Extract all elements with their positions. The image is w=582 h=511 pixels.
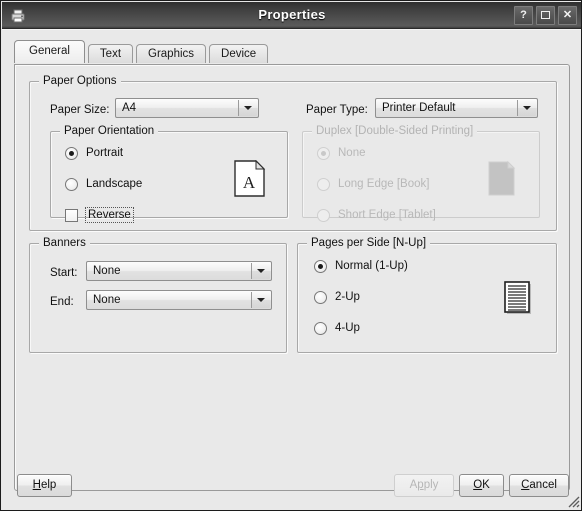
ok-rest: K bbox=[482, 479, 490, 491]
duplex-legend: Duplex [Double-Sided Printing] bbox=[312, 125, 478, 137]
close-button[interactable]: ✕ bbox=[558, 6, 577, 25]
banner-end-dropdown-button[interactable] bbox=[251, 292, 270, 308]
paper-type-value: Printer Default bbox=[382, 102, 456, 114]
radio-portrait-label: Portrait bbox=[86, 147, 124, 159]
radio-4up-label: 4-Up bbox=[335, 322, 360, 334]
cancel-button[interactable]: Cancel bbox=[509, 474, 569, 497]
radio-indicator bbox=[314, 321, 327, 335]
radio-duplex-none-label: None bbox=[338, 147, 366, 159]
radio-indicator bbox=[65, 146, 78, 160]
checkbox-indicator bbox=[65, 208, 78, 222]
tab-general[interactable]: General bbox=[14, 40, 85, 63]
paper-size-value: A4 bbox=[122, 102, 137, 114]
banners-legend: Banners bbox=[39, 237, 90, 249]
apply-rest: ply bbox=[423, 479, 439, 491]
help-mnemonic: H bbox=[32, 479, 41, 491]
checkbox-reverse-label: Reverse bbox=[85, 207, 134, 223]
radio-2up[interactable]: 2-Up bbox=[314, 290, 360, 304]
pages-per-side-group: Pages per Side [N-Up] Normal (1-Up) 2-Up… bbox=[297, 237, 557, 353]
chevron-down-icon bbox=[257, 269, 265, 273]
radio-duplex-long-edge: Long Edge [Book] bbox=[317, 177, 429, 191]
banners-group: Banners Start: None End: None bbox=[29, 237, 287, 353]
paper-type-combo[interactable]: Printer Default bbox=[375, 98, 538, 118]
radio-4up[interactable]: 4-Up bbox=[314, 321, 360, 335]
radio-duplex-short-edge: Short Edge [Tablet] bbox=[317, 208, 436, 222]
banner-start-value: None bbox=[93, 265, 121, 277]
banner-end-combo[interactable]: None bbox=[86, 290, 272, 310]
paper-size-combo[interactable]: A4 bbox=[115, 98, 259, 118]
radio-indicator bbox=[65, 177, 78, 191]
portrait-page-icon: A bbox=[234, 159, 266, 201]
radio-landscape[interactable]: Landscape bbox=[65, 177, 142, 191]
checkbox-reverse[interactable]: Reverse bbox=[65, 207, 134, 223]
radio-indicator bbox=[317, 208, 330, 222]
duplex-page-icon bbox=[487, 160, 517, 201]
paper-orientation-group: Paper Orientation Portrait Landscape Rev… bbox=[50, 125, 288, 223]
cancel-rest: ancel bbox=[529, 479, 557, 491]
radio-landscape-label: Landscape bbox=[86, 178, 143, 190]
chevron-down-icon bbox=[257, 298, 265, 302]
tab-device[interactable]: Device bbox=[209, 44, 269, 63]
paper-options-group: Paper Options Paper Size: A4 Paper Type:… bbox=[29, 75, 557, 231]
svg-text:A: A bbox=[243, 173, 256, 192]
window-title: Properties bbox=[258, 7, 326, 22]
tab-page-general: Paper Options Paper Size: A4 Paper Type:… bbox=[14, 64, 570, 491]
radio-indicator bbox=[317, 146, 330, 160]
radio-normal-1up-label: Normal (1-Up) bbox=[335, 260, 408, 272]
window-controls: ? ✕ bbox=[514, 6, 577, 25]
banner-start-combo[interactable]: None bbox=[86, 261, 272, 281]
banner-start-dropdown-button[interactable] bbox=[251, 263, 270, 279]
properties-dialog: Properties ? ✕ General Text Graphics Dev… bbox=[0, 0, 582, 511]
paper-size-label: Paper Size: bbox=[50, 104, 110, 116]
radio-duplex-long-edge-label: Long Edge [Book] bbox=[338, 178, 430, 190]
apply-button: Apply bbox=[394, 474, 454, 497]
radio-indicator bbox=[317, 177, 330, 191]
chevron-down-icon bbox=[244, 106, 252, 110]
chevron-down-icon bbox=[523, 106, 531, 110]
resize-grip[interactable] bbox=[566, 494, 580, 508]
banner-end-label: End: bbox=[50, 296, 74, 308]
title-bar[interactable]: Properties ? ✕ bbox=[2, 2, 581, 29]
radio-duplex-short-edge-label: Short Edge [Tablet] bbox=[338, 209, 436, 221]
paper-size-dropdown-button[interactable] bbox=[238, 100, 257, 116]
help-rest: elp bbox=[40, 479, 57, 491]
tab-graphics[interactable]: Graphics bbox=[136, 44, 207, 63]
pages-per-side-legend: Pages per Side [N-Up] bbox=[307, 237, 431, 249]
help-button[interactable]: ? bbox=[514, 6, 533, 25]
paper-orientation-legend: Paper Orientation bbox=[60, 125, 159, 137]
radio-normal-1up[interactable]: Normal (1-Up) bbox=[314, 259, 408, 273]
radio-indicator bbox=[314, 259, 327, 273]
radio-portrait[interactable]: Portrait bbox=[65, 146, 123, 160]
ok-button[interactable]: OK bbox=[459, 474, 504, 497]
nup-page-icon bbox=[503, 280, 535, 321]
duplex-group: Duplex [Double-Sided Printing] None Long… bbox=[302, 125, 540, 222]
help-button-footer[interactable]: Help bbox=[17, 474, 72, 497]
banner-start-label: Start: bbox=[50, 267, 78, 279]
maximize-button[interactable] bbox=[536, 6, 555, 25]
radio-duplex-none: None bbox=[317, 146, 366, 160]
tab-strip: General Text Graphics Device bbox=[14, 40, 271, 63]
paper-options-legend: Paper Options bbox=[39, 75, 121, 87]
ok-mnemonic: O bbox=[473, 479, 483, 491]
radio-indicator bbox=[314, 290, 327, 304]
client-area: General Text Graphics Device Paper Optio… bbox=[2, 29, 581, 510]
banner-end-value: None bbox=[93, 294, 121, 306]
tab-text[interactable]: Text bbox=[87, 44, 134, 63]
paper-type-label: Paper Type: bbox=[306, 104, 368, 116]
paper-type-dropdown-button[interactable] bbox=[517, 100, 536, 116]
radio-2up-label: 2-Up bbox=[335, 291, 360, 303]
